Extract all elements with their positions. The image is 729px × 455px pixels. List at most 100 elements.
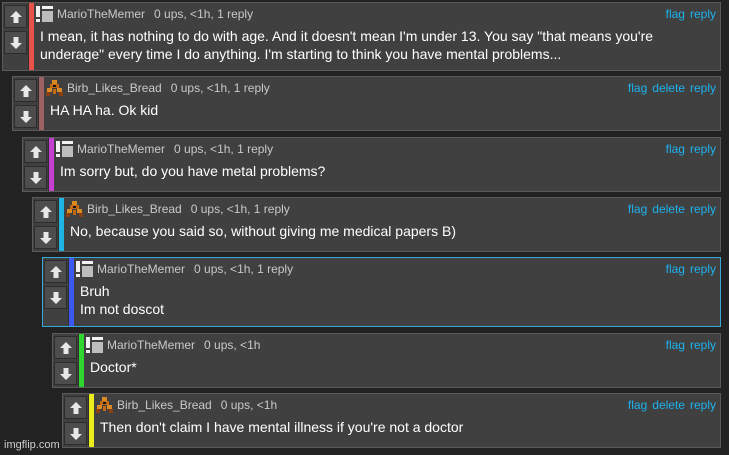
depth-color-bar: [39, 77, 44, 130]
flag-link[interactable]: flag: [628, 397, 647, 413]
comment-header: Birb_Likes_Bread 0 ups, <1h, 1 reply flag d…: [46, 80, 716, 96]
arrow-down-icon: [69, 427, 83, 441]
delete-link[interactable]: delete: [652, 397, 685, 413]
downvote-button[interactable]: [64, 422, 87, 445]
downvote-button[interactable]: [4, 31, 27, 54]
comment-actions: flag delete reply: [628, 397, 716, 413]
comment-actions: flag reply: [666, 337, 716, 353]
comment: MarioTheMemer 0 ups, <1h, 1 reply flag repl…: [42, 257, 721, 327]
username-link[interactable]: Birb_Likes_Bread: [117, 397, 212, 413]
upvote-button[interactable]: [64, 396, 87, 419]
vote-column: [3, 3, 29, 70]
flag-link[interactable]: flag: [666, 337, 685, 353]
vote-column: [13, 77, 39, 130]
upvote-button[interactable]: [24, 140, 47, 163]
reply-link[interactable]: reply: [690, 337, 716, 353]
comment-header: MarioTheMemer 0 ups, <1h, 1 reply flag repl…: [36, 6, 716, 22]
arrow-down-icon: [9, 36, 23, 50]
meme-logo-icon[interactable]: [36, 6, 53, 22]
upvote-button[interactable]: [14, 79, 37, 102]
delete-link[interactable]: delete: [652, 201, 685, 217]
arrow-up-icon: [49, 265, 63, 279]
comment-actions: flag delete reply: [628, 80, 716, 96]
arrow-up-icon: [29, 145, 43, 159]
comment-meta: 0 ups, <1h, 1 reply: [170, 81, 270, 95]
arrow-down-icon: [59, 367, 73, 381]
arrow-down-icon: [29, 171, 43, 185]
comment-text-line: I mean, it has nothing to do with age. A…: [40, 28, 654, 44]
flag-link[interactable]: flag: [628, 80, 647, 96]
comment: MarioTheMemer 0 ups, <1h, 1 reply flag repl…: [2, 2, 721, 71]
comment-body: No, because you said so, without giving …: [70, 222, 712, 240]
comment: MarioTheMemer 0 ups, <1h flag reply Doctor*: [52, 333, 721, 388]
comment-body: Then don't claim I have mental illness i…: [100, 418, 712, 436]
delete-link[interactable]: delete: [652, 80, 685, 96]
arrow-down-icon: [39, 231, 53, 245]
reply-link[interactable]: reply: [690, 6, 716, 22]
reply-link[interactable]: reply: [690, 261, 716, 277]
username-link[interactable]: Birb_Likes_Bread: [87, 201, 182, 217]
meme-logo-icon[interactable]: [86, 337, 103, 353]
downvote-button[interactable]: [54, 362, 77, 385]
depth-color-bar: [49, 138, 54, 191]
depth-color-bar: [69, 258, 74, 326]
comment-meta: 0 ups, <1h: [204, 338, 261, 352]
pixel-creature-icon[interactable]: [96, 397, 113, 413]
meme-logo-icon[interactable]: [76, 261, 93, 277]
downvote-button[interactable]: [14, 105, 37, 128]
imgflip-watermark: imgflip.com: [4, 439, 60, 451]
comment-actions: flag reply: [666, 261, 716, 277]
vote-column: [43, 258, 69, 326]
comment-meta: 0 ups, <1h: [220, 398, 278, 412]
arrow-up-icon: [69, 401, 83, 415]
arrow-down-icon: [49, 291, 63, 305]
comment-text-line: Bruh: [80, 283, 110, 299]
depth-color-bar: [59, 198, 64, 251]
arrow-down-icon: [19, 110, 33, 124]
flag-link[interactable]: flag: [666, 6, 685, 22]
username-link[interactable]: MarioTheMemer: [77, 141, 165, 157]
reply-link[interactable]: reply: [690, 201, 716, 217]
arrow-up-icon: [19, 84, 33, 98]
comment: MarioTheMemer 0 ups, <1h, 1 reply flag repl…: [22, 137, 721, 192]
username-link[interactable]: MarioTheMemer: [107, 337, 195, 353]
comment-text-line: Im sorry but, do you have metal problems…: [60, 163, 326, 179]
reply-link[interactable]: reply: [690, 397, 716, 413]
flag-link[interactable]: flag: [628, 201, 647, 217]
flag-link[interactable]: flag: [666, 141, 685, 157]
reply-link[interactable]: reply: [690, 141, 716, 157]
downvote-button[interactable]: [24, 166, 47, 189]
comment-meta: 0 ups, <1h, 1 reply: [174, 142, 274, 156]
username-link[interactable]: Birb_Likes_Bread: [67, 80, 162, 96]
comment-body: Bruh Im not doscot: [80, 282, 712, 318]
downvote-button[interactable]: [34, 226, 57, 249]
comment-text-line: No, because you said so, without giving …: [70, 223, 456, 239]
comment-meta: 0 ups, <1h, 1 reply: [194, 262, 294, 276]
arrow-up-icon: [39, 205, 53, 219]
comment-header: Birb_Likes_Bread 0 ups, <1h flag delete repl…: [96, 397, 716, 413]
comment-body: I mean, it has nothing to do with age. A…: [40, 27, 712, 63]
comment-meta: 0 ups, <1h, 1 reply: [190, 202, 290, 216]
upvote-button[interactable]: [44, 260, 67, 283]
upvote-button[interactable]: [34, 200, 57, 223]
upvote-button[interactable]: [4, 5, 27, 28]
comment-body: Doctor*: [90, 358, 712, 376]
comment-header: Birb_Likes_Bread 0 ups, <1h, 1 reply flag d…: [66, 201, 716, 217]
downvote-button[interactable]: [44, 286, 67, 309]
comment-text-line: Im not doscot: [80, 301, 165, 317]
arrow-up-icon: [59, 341, 73, 355]
pixel-creature-icon[interactable]: [46, 80, 63, 96]
comment-actions: flag reply: [666, 141, 716, 157]
vote-column: [63, 394, 89, 447]
vote-column: [53, 334, 79, 387]
meme-logo-icon[interactable]: [56, 141, 73, 157]
comment-header: MarioTheMemer 0 ups, <1h, 1 reply flag repl…: [56, 141, 716, 157]
depth-color-bar: [89, 394, 94, 447]
flag-link[interactable]: flag: [666, 261, 685, 277]
pixel-creature-icon[interactable]: [66, 201, 83, 217]
reply-link[interactable]: reply: [690, 80, 716, 96]
upvote-button[interactable]: [54, 336, 77, 359]
username-link[interactable]: MarioTheMemer: [57, 6, 145, 22]
username-link[interactable]: MarioTheMemer: [97, 261, 185, 277]
comment: Birb_Likes_Bread 0 ups, <1h, 1 reply flag d…: [12, 76, 721, 131]
